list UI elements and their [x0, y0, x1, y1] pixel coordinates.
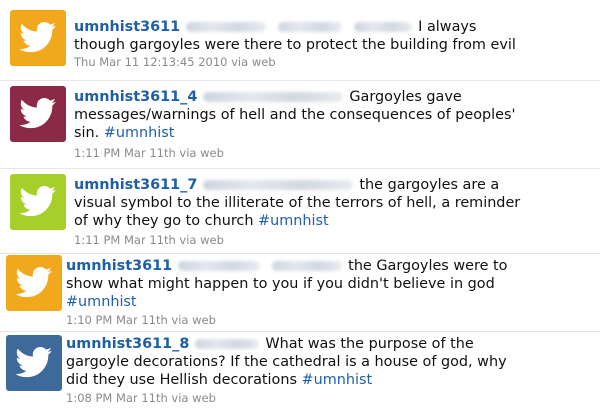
redacted-mentions [278, 22, 343, 32]
twitter-bird-icon [19, 98, 56, 129]
tweet-text-line: visual symbol to the illiterate of the t… [74, 195, 521, 211]
username-link[interactable]: umnhist3611_7 [74, 177, 197, 193]
tweet-text: umnhist3611_8 What was the purpose of the… [66, 335, 507, 389]
avatar[interactable] [10, 86, 66, 142]
tweet-text-line: the Gargoyles were to [348, 258, 508, 274]
tweet-text-line: messages/warnings of hell and the conseq… [74, 107, 516, 123]
twitter-bird-icon [19, 186, 56, 217]
avatar[interactable] [10, 174, 66, 230]
twitter-bird-icon [15, 267, 52, 298]
tweet-text: umnhist3611 the Gargoyles were to show wh… [66, 257, 507, 311]
twitter-bird-icon [15, 347, 52, 378]
tweet-text: umnhist3611 I always though gargoyles wer… [74, 18, 516, 54]
username-link[interactable]: umnhist3611 [74, 19, 180, 35]
tweet-text-line: I always [418, 19, 477, 35]
hashtag-link[interactable]: #umnhist [66, 294, 137, 310]
tweet-text-line: the gargoyles are a [359, 177, 500, 193]
tweet-meta[interactable]: 1:11 PM Mar 11th via web [74, 233, 224, 247]
hashtag-link[interactable]: #umnhist [258, 213, 329, 229]
tweet-text-line: sin. [74, 125, 100, 141]
tweet: umnhist3611 I always though gargoyles wer… [0, 0, 600, 81]
hashtag-link[interactable]: #umnhist [302, 372, 373, 388]
tweet-meta[interactable]: 1:10 PM Mar 11th via web [66, 313, 216, 327]
redacted-mentions [203, 92, 344, 102]
tweet-text-line: though gargoyles were there to protect t… [74, 37, 516, 53]
tweet: umnhist3611_4 Gargoyles gave messages/war… [0, 80, 600, 169]
tweet-meta[interactable]: 1:11 PM Mar 11th via web [74, 146, 224, 160]
twitter-bird-icon [19, 22, 56, 53]
redacted-mentions [354, 22, 413, 32]
username-link[interactable]: umnhist3611_4 [74, 89, 197, 105]
tweet: umnhist3611_8 What was the purpose of the… [0, 331, 600, 411]
tweet-text: umnhist3611_7 the gargoyles are a visual … [74, 176, 520, 230]
tweet-text-line: did they use Hellish decorations [66, 372, 297, 388]
redacted-mentions [203, 180, 354, 190]
tweet-meta[interactable]: Thu Mar 11 12:13:45 2010 via web [74, 55, 276, 69]
avatar[interactable] [6, 255, 62, 311]
avatar[interactable] [10, 10, 66, 66]
tweet: umnhist3611 the Gargoyles were to show wh… [0, 253, 600, 332]
redacted-mentions [186, 22, 267, 32]
tweet-text-line: show what might happen to you if you did… [66, 276, 495, 292]
tweet-text-line: gargoyle decorations? If the cathedral i… [66, 354, 507, 370]
avatar[interactable] [6, 335, 62, 391]
tweet-text: umnhist3611_4 Gargoyles gave messages/war… [74, 88, 515, 142]
tweet-text-line: What was the purpose of the [265, 336, 474, 352]
username-link[interactable]: umnhist3611_8 [66, 336, 189, 352]
hashtag-link[interactable]: #umnhist [104, 125, 175, 141]
tweet-text-line: of why they go to church [74, 213, 254, 229]
redacted-mentions [272, 261, 343, 271]
redacted-mentions [195, 339, 260, 349]
username-link[interactable]: umnhist3611 [66, 258, 172, 274]
tweet-text-line: Gargoyles gave [349, 89, 462, 105]
tweet: umnhist3611_7 the gargoyles are a visual … [0, 168, 600, 254]
redacted-mentions [178, 261, 261, 271]
tweet-meta[interactable]: 1:08 PM Mar 11th via web [66, 391, 216, 405]
